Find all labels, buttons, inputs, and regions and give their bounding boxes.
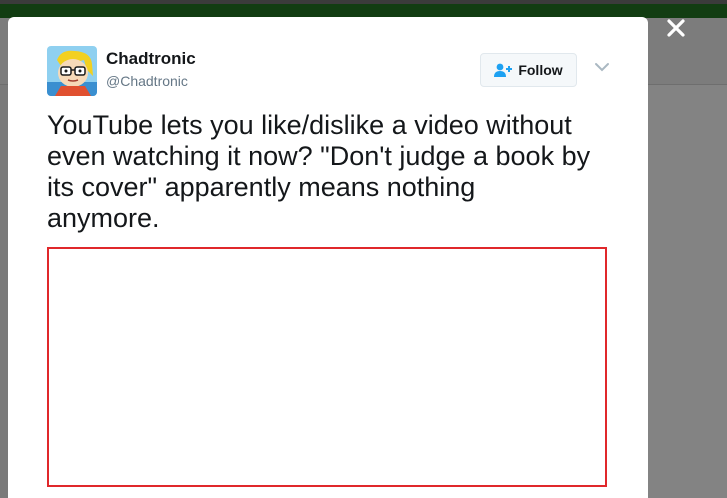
close-icon [667,19,685,37]
avatar-image [47,46,97,96]
background-side-column [648,85,727,498]
follow-button[interactable]: Follow [480,53,577,87]
chevron-down-icon[interactable] [593,61,611,73]
media-frame[interactable] [47,247,607,487]
follow-button-label: Follow [518,62,563,78]
add-user-icon [494,63,513,77]
avatar[interactable] [47,46,97,96]
close-button[interactable] [662,14,690,42]
user-handle[interactable]: @Chadtronic [106,73,188,89]
tweet-text: YouTube lets you like/dislike a video wi… [47,110,591,233]
background-green-bar [0,4,727,18]
user-display-name[interactable]: Chadtronic [106,49,196,69]
tweet-modal: Chadtronic @Chadtronic Follow YouTube le… [8,17,648,498]
